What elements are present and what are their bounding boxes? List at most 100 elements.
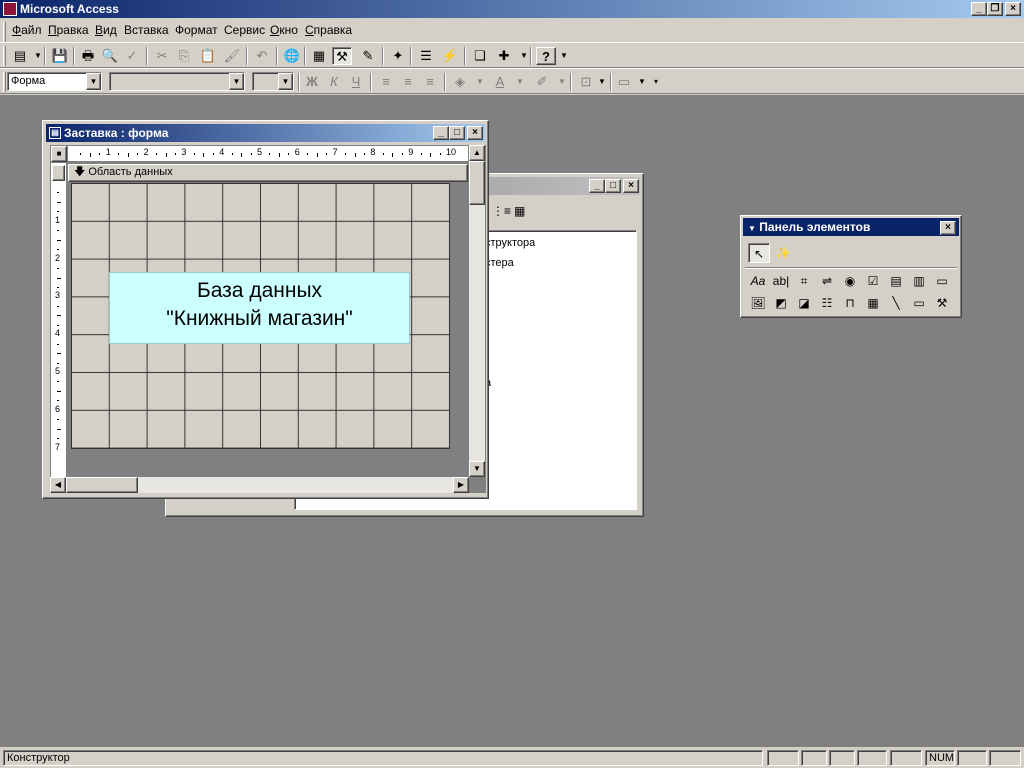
special-effect-icon[interactable]: ▭ <box>614 73 634 91</box>
tab-control-tool-icon[interactable]: ⊓ <box>839 293 861 313</box>
menu-window[interactable]: Окно <box>270 23 298 37</box>
code-icon[interactable]: ✦ <box>388 47 408 65</box>
paste-icon[interactable]: 📋 <box>198 47 218 65</box>
new-object-icon[interactable]: ✚ <box>494 47 514 65</box>
line-color-icon[interactable]: ✐ <box>532 73 552 91</box>
vertical-scrollbar[interactable]: ▲ ▼ <box>469 145 485 477</box>
toolbox-icon[interactable]: ⚒ <box>332 47 352 65</box>
close-icon[interactable]: × <box>1005 2 1021 16</box>
field-list-icon[interactable]: ▦ <box>309 47 329 65</box>
form-selector[interactable]: ■ <box>51 146 67 162</box>
italic-button[interactable]: К <box>324 73 344 91</box>
hyperlink-icon[interactable]: 🌐 <box>282 47 302 65</box>
properties-icon[interactable]: ☰ <box>416 47 436 65</box>
toolbox-close-icon[interactable]: × <box>940 221 956 235</box>
menu-tools[interactable]: Сервис <box>224 23 265 37</box>
scroll-left-icon[interactable]: ◀ <box>50 477 66 493</box>
combobox-tool-icon[interactable]: ▤ <box>885 271 907 291</box>
line-tool-icon[interactable]: ╲ <box>885 293 907 313</box>
toolbar-grip[interactable] <box>3 46 6 66</box>
chevron-down-icon[interactable]: ▼ <box>86 73 101 90</box>
build-icon[interactable]: ⚡ <box>440 47 460 65</box>
object-combo[interactable]: Форма ▼ <box>7 72 102 91</box>
label-tool-icon[interactable]: Aa <box>747 271 769 291</box>
page-break-tool-icon[interactable]: ☷ <box>816 293 838 313</box>
form-maximize-icon[interactable]: □ <box>449 126 465 140</box>
restore-icon[interactable]: ❐ <box>987 2 1003 16</box>
menu-view[interactable]: Вид <box>95 23 117 37</box>
toggle-button-tool-icon[interactable]: ⇌ <box>816 271 838 291</box>
form-icon[interactable]: ▤ <box>49 127 61 139</box>
horizontal-ruler[interactable]: 1 2 3 4 5 6 7 8 9 10 <box>68 146 468 162</box>
control-wizards-icon[interactable]: ✨ <box>772 243 794 263</box>
bound-object-tool-icon[interactable]: ◪ <box>793 293 815 313</box>
print-icon[interactable]: 🖶 <box>78 47 98 65</box>
align-right-icon[interactable]: ≡ <box>420 73 440 91</box>
listbox-tool-icon[interactable]: ▥ <box>908 271 930 291</box>
detail-section-bar[interactable]: 🡇 Область данных <box>68 164 468 182</box>
form-minimize-icon[interactable]: _ <box>433 126 449 140</box>
db-minimize-icon[interactable]: _ <box>589 179 605 193</box>
subform-tool-icon[interactable]: ▦ <box>862 293 884 313</box>
menu-edit[interactable]: Правка <box>48 23 89 37</box>
horizontal-scroll-thumb[interactable] <box>66 477 138 493</box>
menu-format[interactable]: Формат <box>175 23 218 37</box>
list-view-icon[interactable]: ▦ <box>514 204 525 218</box>
undo-icon[interactable]: ↶ <box>252 47 272 65</box>
format-painter-icon[interactable]: 🖌 <box>222 47 242 65</box>
copy-icon[interactable]: ⎘ <box>174 47 194 65</box>
select-objects-icon[interactable]: ↖ <box>748 243 770 263</box>
db-close-icon[interactable]: × <box>623 179 639 193</box>
autoformat-icon[interactable]: ✎ <box>358 47 378 65</box>
spelling-icon[interactable]: ✓ <box>122 47 142 65</box>
font-combo[interactable]: ▼ <box>109 72 245 91</box>
menu-grip[interactable] <box>3 22 6 42</box>
image-tool-icon[interactable]: 🖼 <box>747 293 769 313</box>
align-center-icon[interactable]: ≡ <box>398 73 418 91</box>
fill-color-dropdown-icon[interactable]: ▼ <box>470 73 490 91</box>
list-item[interactable]: структора <box>485 237 535 249</box>
option-group-tool-icon[interactable]: ⌗ <box>793 271 815 291</box>
line-color-dropdown-icon[interactable]: ▼ <box>552 73 572 91</box>
chevron-down-icon[interactable]: ▼ <box>278 73 293 90</box>
db-maximize-icon[interactable]: □ <box>605 179 621 193</box>
format-toolbar-grip[interactable] <box>3 72 6 92</box>
command-button-tool-icon[interactable]: ▭ <box>931 271 953 291</box>
unbound-object-tool-icon[interactable]: ◩ <box>770 293 792 313</box>
border-width-dropdown-icon[interactable]: ▼ <box>592 73 612 91</box>
access-app-icon[interactable] <box>3 2 17 16</box>
toolbox-menu-icon[interactable]: ▼ <box>748 224 756 233</box>
list-item[interactable]: стера <box>485 257 514 269</box>
vertical-ruler[interactable]: 1 2 3 4 5 6 7 <box>51 163 67 477</box>
font-size-combo[interactable]: ▼ <box>252 72 294 91</box>
more-controls-icon[interactable]: ⚒ <box>931 293 953 313</box>
database-window-icon[interactable]: ❏ <box>470 47 490 65</box>
toolbox-title-bar[interactable]: ▼ Панель элементов <box>743 218 959 236</box>
form-close-icon[interactable]: × <box>467 126 483 140</box>
details-view-icon[interactable]: ⋮≡ <box>492 204 511 218</box>
scroll-up-icon[interactable]: ▲ <box>469 145 485 161</box>
menu-insert[interactable]: Вставка <box>124 23 169 37</box>
view-icon[interactable]: ▤ <box>10 47 30 65</box>
font-color-icon[interactable]: A <box>490 73 510 91</box>
option-button-tool-icon[interactable]: ◉ <box>839 271 861 291</box>
bold-button[interactable]: Ж <box>302 73 322 91</box>
fill-color-icon[interactable]: ◈ <box>450 73 470 91</box>
align-left-icon[interactable]: ≡ <box>376 73 396 91</box>
rectangle-tool-icon[interactable]: ▭ <box>908 293 930 313</box>
print-preview-icon[interactable]: 🔍 <box>100 47 120 65</box>
underline-button[interactable]: Ч <box>346 73 366 91</box>
scroll-down-icon[interactable]: ▼ <box>469 461 485 477</box>
section-selector[interactable] <box>52 165 65 181</box>
minimize-icon[interactable]: _ <box>971 2 987 16</box>
toolbar-options-icon[interactable]: ▾ <box>646 73 666 91</box>
save-icon[interactable]: 💾 <box>50 47 70 65</box>
menu-file[interactable]: Файл <box>12 23 42 37</box>
title-label-control[interactable]: База данных "Книжный магазин" <box>109 272 410 344</box>
font-color-dropdown-icon[interactable]: ▼ <box>510 73 530 91</box>
scroll-right-icon[interactable]: ▶ <box>453 477 469 493</box>
help-icon[interactable]: ? <box>536 47 556 65</box>
cut-icon[interactable]: ✂ <box>152 47 172 65</box>
menu-help[interactable]: Справка <box>305 23 352 37</box>
chevron-down-icon[interactable]: ▼ <box>229 73 244 90</box>
